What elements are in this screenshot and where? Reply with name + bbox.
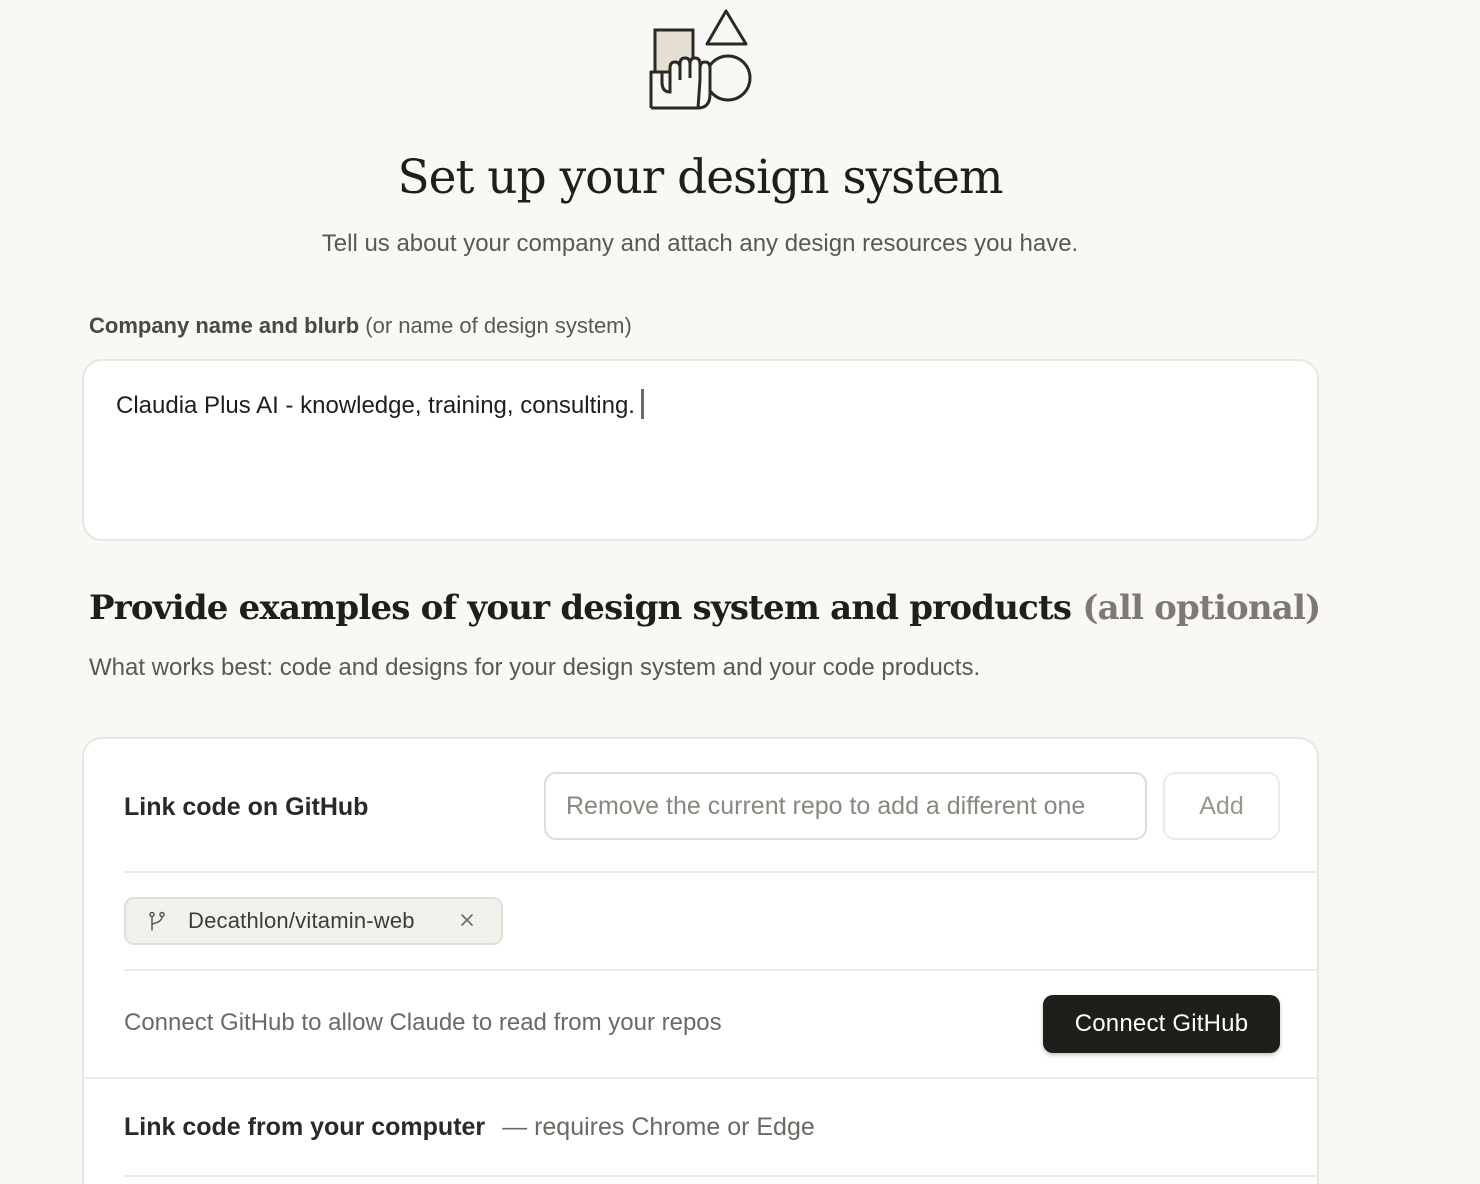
divider <box>124 969 1317 971</box>
local-code-title: Link code from your computer <box>124 1113 486 1141</box>
local-code-note: — requires Chrome or Edge <box>502 1113 815 1141</box>
examples-title-main: Provide examples of your design system a… <box>89 588 1072 628</box>
company-label-strong: Company name and blurb <box>89 313 360 338</box>
company-field-label: Company name and blurb (or name of desig… <box>89 313 632 339</box>
page-title: Set up your design system <box>397 150 1003 205</box>
text-caret <box>640 389 644 419</box>
divider <box>84 1077 1317 1079</box>
divider <box>124 871 1317 873</box>
repo-chip: Decathlon/vitamin-web <box>124 897 503 945</box>
divider <box>124 1175 1317 1177</box>
examples-section-title: Provide examples of your design system a… <box>89 588 1321 628</box>
page-subtitle: Tell us about your company and attach an… <box>321 230 1079 257</box>
company-blurb-value: Claudia Plus AI - knowledge, training, c… <box>116 392 635 419</box>
local-code-row[interactable]: Link code from your computer — requires … <box>124 1113 815 1142</box>
git-branch-icon <box>149 911 165 931</box>
repo-chip-label: Decathlon/vitamin-web <box>188 908 415 933</box>
connect-github-button[interactable]: Connect GitHub <box>1043 995 1280 1053</box>
connect-github-hint: Connect GitHub to allow Claude to read f… <box>124 1009 722 1036</box>
github-link-title: Link code on GitHub <box>124 793 369 821</box>
github-repo-input[interactable] <box>544 772 1147 840</box>
close-icon[interactable] <box>458 911 476 929</box>
code-sources-card: Link code on GitHub Add Decathlon/vitami… <box>82 737 1319 1184</box>
add-repo-button[interactable]: Add <box>1163 772 1280 840</box>
design-system-setup-page: Set up your design system Tell us about … <box>0 0 1480 1184</box>
company-label-note: (or name of design system) <box>365 313 632 338</box>
shapes-hand-illustration-icon <box>649 9 752 110</box>
examples-title-note: (all optional) <box>1082 588 1321 628</box>
examples-section-subtitle: What works best: code and designs for yo… <box>89 654 981 681</box>
company-blurb-textarea[interactable]: Claudia Plus AI - knowledge, training, c… <box>82 359 1319 541</box>
